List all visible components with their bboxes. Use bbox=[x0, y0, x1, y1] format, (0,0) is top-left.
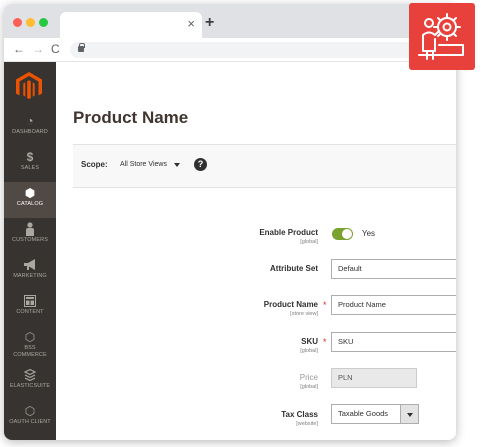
maximize-window-button[interactable] bbox=[39, 18, 48, 27]
sidebar-item-label: CATALOG bbox=[16, 201, 44, 207]
caret-down-icon[interactable] bbox=[174, 163, 180, 167]
engineer-gear-icon bbox=[418, 13, 464, 60]
tax-class-label: Tax Class bbox=[281, 410, 318, 419]
new-tab-icon[interactable]: + bbox=[205, 15, 214, 31]
dashboard-icon: ◔ bbox=[26, 114, 34, 128]
browser-tab[interactable]: × bbox=[60, 12, 202, 38]
dollar-icon: $ bbox=[26, 150, 34, 164]
minimize-window-button[interactable] bbox=[26, 18, 35, 27]
close-window-button[interactable] bbox=[13, 18, 22, 27]
enable-product-scope: [global] bbox=[300, 239, 318, 245]
price-input: PLN bbox=[331, 368, 417, 388]
price-scope: [global] bbox=[300, 384, 318, 390]
sidebar-item-content[interactable]: CONTENT bbox=[4, 290, 56, 326]
attribute-set-select[interactable]: Default bbox=[331, 259, 456, 279]
sidebar-item-label-line2: COMMERCE bbox=[13, 352, 47, 358]
scope-dropdown[interactable]: All Store Views bbox=[120, 160, 167, 170]
browser-tab-bar: × + bbox=[4, 4, 456, 38]
back-arrow-icon[interactable]: ← bbox=[13, 42, 25, 56]
enable-product-toggle[interactable] bbox=[332, 228, 353, 240]
sidebar-item-label: OAUTH CLIENT bbox=[9, 419, 51, 425]
sidebar-item-bss-commerce[interactable]: ⬡ BSS COMMERCE bbox=[4, 326, 56, 364]
attribute-set-label: Attribute Set bbox=[270, 264, 318, 273]
megaphone-icon bbox=[4, 257, 56, 273]
enable-product-value: Yes bbox=[362, 229, 376, 238]
sidebar-item-oauth-client[interactable]: ⬡ OAUTH CLIENT bbox=[4, 400, 56, 436]
sidebar-item-label: ELASTICSUITE bbox=[9, 383, 51, 389]
sidebar-item-label: BSS bbox=[24, 345, 36, 351]
required-marker: * bbox=[323, 337, 327, 347]
tax-class-scope: [website] bbox=[296, 421, 318, 427]
tax-class-select[interactable]: Taxable Goods bbox=[331, 404, 419, 424]
sku-label: SKU bbox=[301, 337, 318, 346]
sku-input[interactable]: SKU bbox=[331, 332, 456, 352]
sidebar-item-catalog[interactable]: ⬢ CATALOG bbox=[4, 182, 56, 218]
sidebar-item-elasticsuite[interactable]: ELASTICSUITE bbox=[4, 364, 56, 400]
sidebar-item-dashboard[interactable]: ◔ DASHBOARD bbox=[4, 110, 56, 146]
browser-nav-bar: ← → C bbox=[4, 38, 456, 62]
chevron-down-icon[interactable] bbox=[400, 405, 418, 423]
required-marker: * bbox=[323, 300, 327, 310]
person-icon bbox=[4, 221, 56, 237]
box-icon: ⬢ bbox=[24, 186, 36, 200]
browser-window: × + ← → C ◔ DASHBOARD $ SALES ⬢ CATALOG bbox=[4, 4, 456, 440]
hexagon-icon: ⬡ bbox=[24, 404, 36, 418]
gear-engineer-badge bbox=[409, 3, 475, 70]
reload-icon[interactable]: C bbox=[51, 42, 60, 56]
sidebar-item-label: DASHBOARD bbox=[12, 129, 48, 135]
tax-class-value: Taxable Goods bbox=[338, 409, 389, 418]
sidebar-item-label: CONTENT bbox=[16, 309, 44, 315]
sku-scope: [global] bbox=[300, 348, 318, 354]
sidebar-item-label: CUSTOMERS bbox=[12, 237, 48, 243]
elasticsuite-icon bbox=[4, 367, 56, 383]
hexagon-icon: ⬡ bbox=[24, 330, 36, 344]
help-icon[interactable]: ? bbox=[194, 158, 207, 171]
enable-product-label: Enable Product bbox=[259, 228, 318, 237]
layout-icon bbox=[4, 293, 56, 309]
scope-label: Scope: bbox=[81, 160, 108, 169]
sidebar-item-label: MARKETING bbox=[13, 273, 47, 279]
price-label: Price bbox=[299, 373, 318, 382]
product-name-input[interactable]: Product Name bbox=[331, 295, 456, 315]
sidebar-item-customers[interactable]: CUSTOMERS bbox=[4, 218, 56, 254]
product-name-label: Product Name bbox=[263, 300, 318, 309]
admin-sidebar: ◔ DASHBOARD $ SALES ⬢ CATALOG CUSTOMERS … bbox=[4, 62, 56, 440]
magento-logo[interactable] bbox=[16, 72, 42, 100]
product-name-scope: [store view] bbox=[290, 311, 318, 317]
sidebar-item-sales[interactable]: $ SALES bbox=[4, 146, 56, 182]
lock-icon bbox=[78, 43, 85, 52]
tab-close-icon[interactable]: × bbox=[187, 16, 195, 32]
page-title: Product Name bbox=[73, 108, 189, 127]
sidebar-item-marketing[interactable]: MARKETING bbox=[4, 254, 56, 290]
address-bar[interactable] bbox=[70, 42, 450, 58]
forward-arrow-icon[interactable]: → bbox=[32, 42, 44, 56]
sidebar-item-label: SALES bbox=[20, 165, 40, 171]
toggle-knob bbox=[342, 229, 352, 239]
scope-switcher-bar: Scope: All Store Views ? bbox=[73, 144, 456, 188]
main-content: Product Name Scope: All Store Views ? En… bbox=[56, 62, 456, 440]
